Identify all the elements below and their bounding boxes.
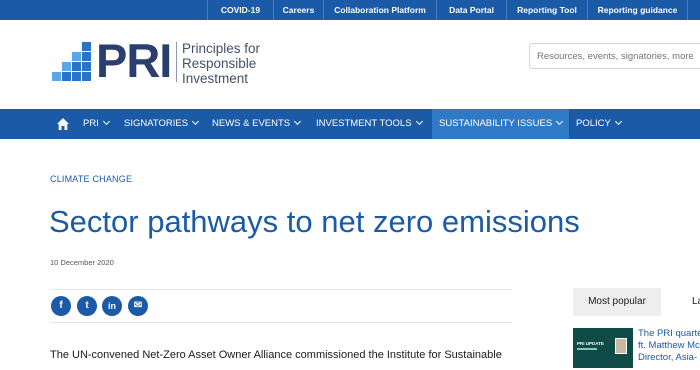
chevron-down-icon [415,117,423,126]
divider [50,289,512,290]
tab-latest[interactable]: La [692,288,700,316]
top-link-reporting-guidance[interactable]: Reporting guidance [587,0,687,20]
top-link-more[interactable] [687,0,700,20]
chevron-down-icon [192,117,200,126]
article-category[interactable]: CLIMATE CHANGE [50,174,132,184]
top-utility-bar: COVID-19 Careers Collaboration Platform … [0,0,700,20]
top-link-data-portal[interactable]: Data Portal [436,0,506,20]
thumbnail-accent [577,348,597,350]
chevron-down-icon [556,117,564,126]
page-title: Sector pathways to net zero emissions [49,204,580,239]
sidebar-thumbnail[interactable]: PRI UPDATE [573,328,633,368]
nav-item-sustainability-issues[interactable]: SUSTAINABILITY ISSUES [432,109,570,139]
pri-logo-icon[interactable] [51,42,91,82]
linkedin-share-icon[interactable]: in [102,296,122,316]
tab-most-popular[interactable]: Most popular [573,288,661,316]
chevron-down-icon [614,117,622,126]
email-share-icon[interactable]: ✉ [128,296,148,316]
nav-item-signatories[interactable]: SIGNATORIES [124,109,200,139]
top-link-careers[interactable]: Careers [273,0,323,20]
nav-item-policy[interactable]: POLICY [576,109,622,139]
article-body: The UN-convened Net-Zero Asset Owner All… [50,349,502,361]
sidebar-item-title[interactable]: The PRI quarte ft. Matthew Mc Director, … [638,328,700,364]
person-photo [615,338,627,354]
logo-wordmark[interactable]: PRI [96,36,172,86]
top-link-reporting-tool[interactable]: Reporting Tool [506,0,587,20]
logo-tagline-line1: Principles for [182,41,261,56]
thumbnail-label: PRI UPDATE [577,341,604,346]
top-link-collaboration-platform[interactable]: Collaboration Platform [323,0,436,20]
chevron-down-icon [102,117,110,126]
logo-tagline-line2: Responsible [182,56,257,71]
home-icon[interactable] [56,117,70,131]
search-input[interactable] [529,43,700,69]
nav-item-news-events[interactable]: NEWS & EVENTS [212,109,302,139]
article-date: 10 December 2020 [50,258,114,267]
brand-header: PRI Principles for Responsible Investmen… [0,20,700,109]
logo-divider [176,42,177,82]
divider [50,322,512,323]
facebook-share-icon[interactable]: f [51,296,71,316]
nav-item-pri[interactable]: PRI [83,109,110,139]
twitter-share-icon[interactable]: t [77,296,97,316]
main-nav: PRI SIGNATORIES NEWS & EVENTS INVESTMENT… [0,109,700,139]
logo-tagline-line3: Investment [182,71,249,86]
logo-tagline: Principles for Responsible Investment [182,41,260,86]
chevron-down-icon [294,117,302,126]
top-link-covid[interactable]: COVID-19 [207,0,273,20]
nav-item-investment-tools[interactable]: INVESTMENT TOOLS [316,109,423,139]
